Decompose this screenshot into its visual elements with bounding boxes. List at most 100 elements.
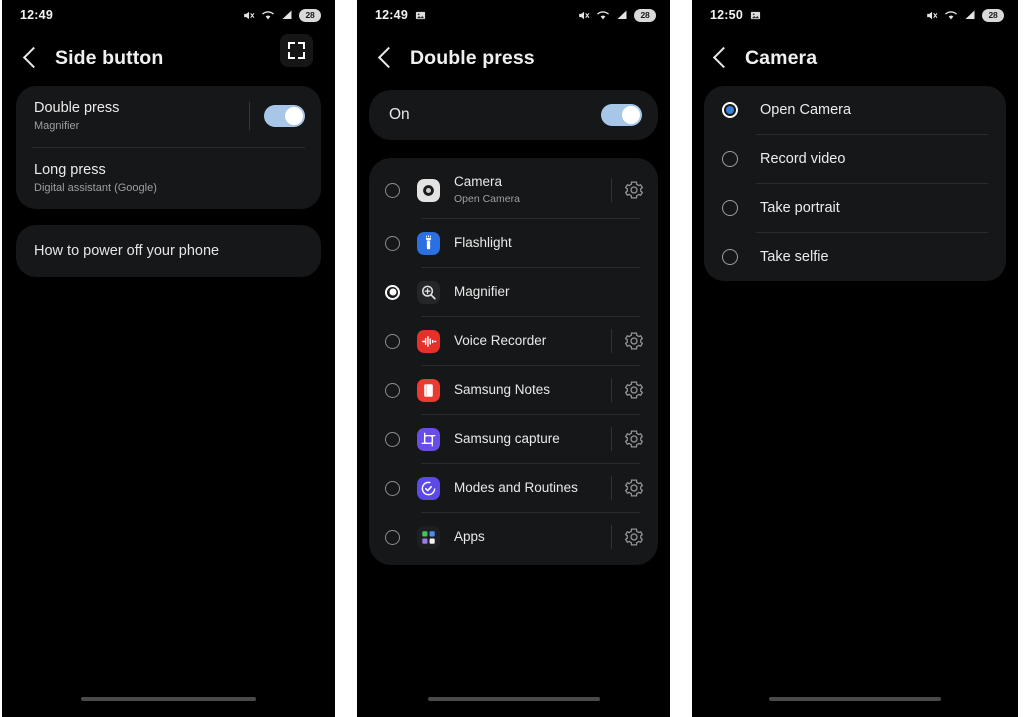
option-label: Open Camera xyxy=(760,102,852,118)
status-time: 12:49 xyxy=(20,8,53,22)
radio-camera[interactable] xyxy=(385,182,400,198)
master-toggle-row[interactable]: On xyxy=(369,90,658,140)
vertical-divider xyxy=(611,476,612,500)
radio-voice-recorder[interactable] xyxy=(385,333,400,349)
option-row-take-selfie[interactable]: Take selfie xyxy=(704,233,1006,281)
option-label: Record video xyxy=(760,151,846,167)
magnifier-app-icon xyxy=(417,280,440,304)
vertical-divider xyxy=(249,102,250,131)
radio-modes-and-routines[interactable] xyxy=(385,480,400,496)
gear-icon[interactable] xyxy=(624,380,644,400)
app-text: Voice Recorder xyxy=(454,333,611,350)
gear-icon[interactable] xyxy=(624,331,644,351)
option-label: Take portrait xyxy=(760,200,840,216)
radio-open-camera[interactable] xyxy=(722,102,738,118)
app-name: Modes and Routines xyxy=(454,479,578,495)
gesture-bar[interactable] xyxy=(692,697,1018,701)
app-text: Camera Open Camera xyxy=(454,174,611,205)
radio-take-portrait[interactable] xyxy=(722,200,738,216)
modes-routines-app-icon xyxy=(417,476,440,500)
phone-panel-camera: 12:50 28 Camera Open Camera Record video… xyxy=(692,0,1018,717)
status-bar: 12:49 28 xyxy=(357,0,670,30)
master-toggle-label: On xyxy=(389,106,410,123)
vertical-divider xyxy=(611,329,612,353)
radio-record-video[interactable] xyxy=(722,151,738,167)
how-to-power-off-link[interactable]: How to power off your phone xyxy=(16,224,321,277)
status-bar-right: 28 xyxy=(925,8,1004,22)
status-bar-left: 12:50 xyxy=(710,8,761,22)
camera-app-icon xyxy=(417,178,440,202)
gear-icon[interactable] xyxy=(624,429,644,449)
app-bar: Camera xyxy=(692,30,1018,86)
app-name: Voice Recorder xyxy=(454,332,547,348)
gesture-bar[interactable] xyxy=(357,697,670,701)
pref-row-long-press[interactable]: Long press Digital assistant (Google) xyxy=(16,148,321,209)
status-bar: 12:50 28 xyxy=(692,0,1018,30)
app-name: Camera xyxy=(454,174,503,190)
flashlight-app-icon xyxy=(417,231,440,255)
status-bar-right: 28 xyxy=(242,8,321,22)
radio-apps[interactable] xyxy=(385,529,400,545)
pref-title: Double press xyxy=(34,100,120,116)
gear-icon[interactable] xyxy=(624,180,644,200)
app-text: Samsung Notes xyxy=(454,382,611,399)
panel-gap-2 xyxy=(670,0,692,717)
app-row-apps[interactable]: Apps xyxy=(369,513,658,561)
status-time: 12:50 xyxy=(710,8,743,22)
radio-flashlight[interactable] xyxy=(385,235,400,251)
app-row-voice-recorder[interactable]: Voice Recorder xyxy=(369,317,658,365)
vertical-divider xyxy=(611,378,612,402)
phone-panel-side-button: 12:49 28 Side button Double press Magnif… xyxy=(2,0,335,717)
option-row-open-camera[interactable]: Open Camera xyxy=(704,86,1006,134)
screenshot-stage: 12:49 28 Side button Double press Magnif… xyxy=(0,0,1024,717)
gear-icon[interactable] xyxy=(624,527,644,547)
gesture-bar[interactable] xyxy=(2,697,335,701)
app-row-samsung-capture[interactable]: Samsung capture xyxy=(369,415,658,463)
vertical-divider xyxy=(611,525,612,549)
camera-action-options-card: Open Camera Record video Take portrait T… xyxy=(704,86,1006,281)
fullscreen-icon[interactable] xyxy=(280,34,313,67)
app-name: Samsung Notes xyxy=(454,381,551,397)
status-bar-right: 28 xyxy=(577,8,656,22)
back-chevron-icon[interactable] xyxy=(712,46,735,69)
page-title: Camera xyxy=(745,46,818,69)
app-text: Apps xyxy=(454,529,611,546)
radio-samsung-capture[interactable] xyxy=(385,431,400,447)
option-row-take-portrait[interactable]: Take portrait xyxy=(704,184,1006,232)
status-bar-left: 12:49 xyxy=(375,8,426,22)
image-icon xyxy=(750,10,761,21)
app-name: Apps xyxy=(454,528,485,544)
back-chevron-icon[interactable] xyxy=(377,46,400,69)
app-row-samsung-notes[interactable]: Samsung Notes xyxy=(369,366,658,414)
app-row-flashlight[interactable]: Flashlight xyxy=(369,219,658,267)
battery-indicator: 28 xyxy=(982,8,1004,22)
radio-magnifier[interactable] xyxy=(385,284,400,300)
radio-take-selfie[interactable] xyxy=(722,249,738,265)
app-row-camera[interactable]: Camera Open Camera xyxy=(369,162,658,218)
app-bar: Double press xyxy=(357,30,670,86)
vertical-divider xyxy=(611,427,612,451)
phone-panel-double-press: 12:49 28 Double press On Camera Open Cam… xyxy=(357,0,670,717)
app-name: Flashlight xyxy=(454,234,512,250)
back-chevron-icon[interactable] xyxy=(22,46,45,69)
image-icon xyxy=(415,10,426,21)
double-press-toggle[interactable] xyxy=(264,105,305,128)
side-button-prefs-card: Double press Magnifier Long press Digita… xyxy=(16,86,321,209)
panel-gap-1 xyxy=(335,0,357,717)
wifi-icon xyxy=(596,9,610,21)
mute-icon xyxy=(577,9,590,22)
pref-title: Long press xyxy=(34,161,106,178)
app-text: Flashlight xyxy=(454,235,611,252)
pref-text: Double press Magnifier xyxy=(34,99,249,134)
app-row-modes-and-routines[interactable]: Modes and Routines xyxy=(369,464,658,512)
radio-samsung-notes[interactable] xyxy=(385,382,400,398)
samsung-capture-app-icon xyxy=(417,427,440,451)
app-text: Samsung capture xyxy=(454,431,611,448)
battery-indicator: 28 xyxy=(299,8,321,22)
master-toggle-switch[interactable] xyxy=(601,104,642,126)
pref-subtitle: Digital assistant (Google) xyxy=(34,182,157,194)
gear-icon[interactable] xyxy=(624,478,644,498)
pref-row-double-press[interactable]: Double press Magnifier xyxy=(16,86,321,147)
option-row-record-video[interactable]: Record video xyxy=(704,135,1006,183)
app-row-magnifier[interactable]: Magnifier xyxy=(369,268,658,316)
